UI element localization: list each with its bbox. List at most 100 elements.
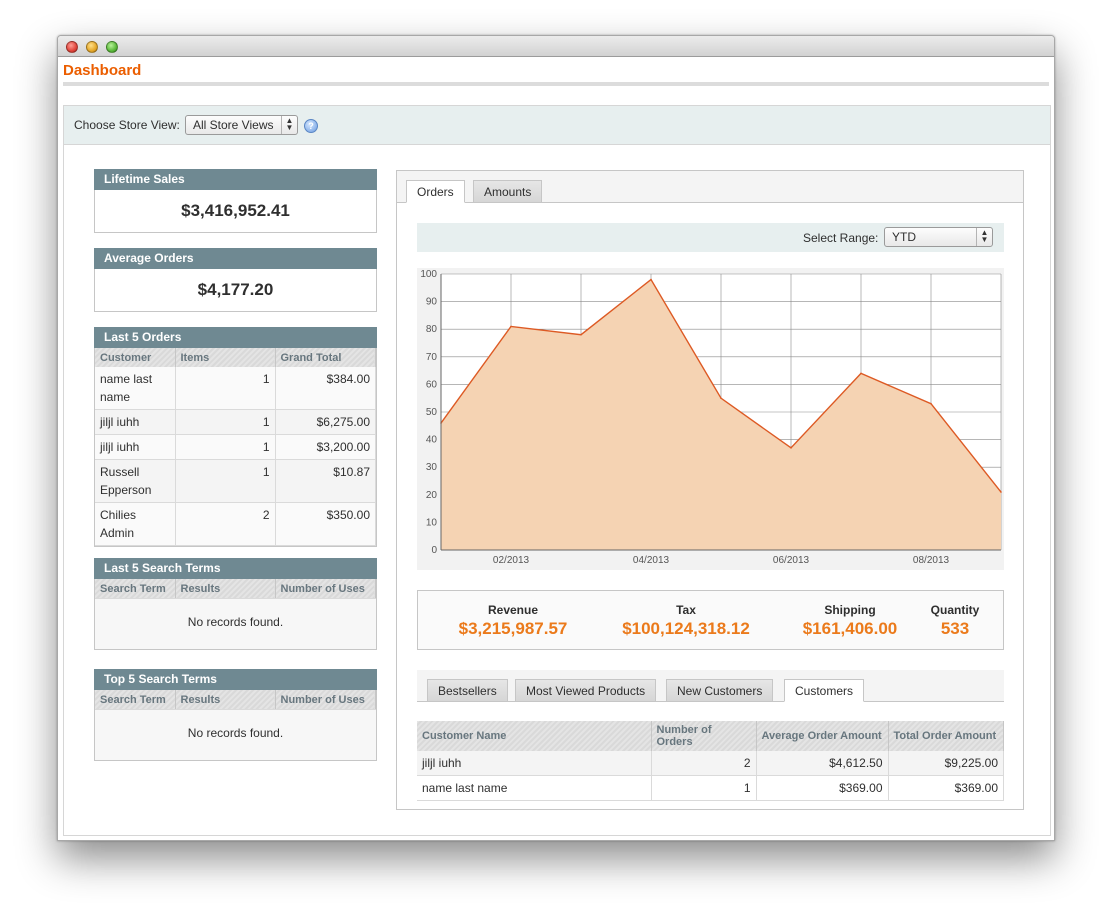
- tab-most-viewed-products[interactable]: Most Viewed Products: [515, 679, 657, 702]
- totals-bar: Revenue $3,215,987.57 Tax $100,124,318.1…: [417, 590, 1004, 650]
- store-switcher: Choose Store View: All Store Views ▲ ▼ ?: [63, 105, 1051, 145]
- last-orders-box: Last 5 Orders Customer Items Grand Total…: [94, 327, 377, 547]
- column-header-search-term[interactable]: Search Term: [95, 579, 176, 598]
- customer-average: $4,612.50: [756, 751, 889, 776]
- table-row[interactable]: jiljl iuhh 2 $4,612.50 $9,225.00: [417, 751, 1004, 776]
- column-header-results[interactable]: Results: [175, 579, 276, 598]
- last-search-terms-grid: Search Term Results Number of Uses No re…: [94, 579, 377, 650]
- last-orders-table: Customer Items Grand Total name last nam…: [95, 348, 376, 546]
- column-header-items[interactable]: Items: [175, 348, 276, 367]
- store-view-select[interactable]: All Store Views ▲ ▼: [185, 115, 298, 135]
- column-header-average-order-amount[interactable]: Average Order Amount: [756, 721, 889, 751]
- column-header-number-of-uses[interactable]: Number of Uses: [275, 579, 376, 598]
- revenue-total: Revenue $3,215,987.57: [438, 603, 588, 639]
- customer-orders: 1: [651, 775, 757, 801]
- table-row[interactable]: Russell Epperson 1 $10.87: [95, 459, 376, 503]
- orders-chart: 0 10 20 30 40 50 60 70 80 90 100 02/2013 04/2013 06/2…: [417, 268, 1004, 570]
- zoom-window-button[interactable]: [106, 41, 118, 53]
- average-orders-title: Average Orders: [94, 248, 377, 269]
- store-view-value: All Store Views: [193, 118, 274, 132]
- order-total: $3,200.00: [275, 434, 376, 460]
- y-tick-label: 70: [426, 352, 438, 363]
- help-icon[interactable]: ?: [304, 119, 318, 133]
- quantity-label: Quantity: [930, 603, 980, 617]
- table-row[interactable]: name last name 1 $369.00 $369.00: [417, 775, 1004, 801]
- column-header-grand-total[interactable]: Grand Total: [275, 348, 376, 367]
- tax-value: $100,124,318.12: [622, 619, 750, 638]
- customers-table: Customer Name Number of Orders Average O…: [417, 721, 1004, 801]
- x-tick-label: 04/2013: [633, 555, 670, 566]
- y-tick-label: 100: [420, 269, 437, 280]
- order-customer: jiljl iuhh: [95, 434, 176, 460]
- revenue-value: $3,215,987.57: [458, 619, 568, 638]
- order-customer: Russell Epperson: [95, 459, 176, 503]
- diagram-panel: Orders Amounts Select Range: YTD ▲ ▼ 0 1 0 2…: [396, 170, 1024, 810]
- close-window-button[interactable]: [66, 41, 78, 53]
- quantity-total: Quantity 533: [920, 603, 990, 639]
- order-total: $6,275.00: [275, 409, 376, 435]
- order-items: 2: [175, 502, 276, 546]
- data-point: [650, 278, 652, 281]
- column-header-customer-name[interactable]: Customer Name: [417, 721, 652, 751]
- table-row[interactable]: name last name 1 $384.00: [95, 367, 376, 410]
- average-orders-value: $4,177.20: [94, 269, 377, 312]
- last-orders-title: Last 5 Orders: [94, 327, 377, 348]
- table-row[interactable]: jiljl iuhh 1 $3,200.00: [95, 434, 376, 460]
- order-customer: jiljl iuhh: [95, 409, 176, 435]
- lifetime-sales-title: Lifetime Sales: [94, 169, 377, 190]
- tab-orders[interactable]: Orders: [406, 180, 465, 203]
- tab-new-customers[interactable]: New Customers: [666, 679, 774, 702]
- column-header-results[interactable]: Results: [175, 690, 276, 709]
- tax-label: Tax: [676, 603, 696, 617]
- minimize-window-button[interactable]: [86, 41, 98, 53]
- chart-tabs: Orders Amounts: [397, 171, 1023, 203]
- page-header: Dashboard: [58, 57, 1054, 86]
- column-header-total-order-amount[interactable]: Total Order Amount: [888, 721, 1004, 751]
- order-customer: name last name: [95, 367, 176, 410]
- order-items: 1: [175, 459, 276, 503]
- last-search-terms-box: Last 5 Search Terms Search Term Results …: [94, 558, 377, 650]
- y-tick-label: 30: [426, 462, 438, 473]
- header-divider: [63, 82, 1049, 86]
- table-row[interactable]: jiljl iuhh 1 $6,275.00: [95, 409, 376, 435]
- store-switcher-label: Choose Store View:: [74, 118, 180, 132]
- grid-tabs: Bestsellers Most Viewed Products New Cus…: [417, 670, 1004, 702]
- x-tick-label: 06/2013: [773, 555, 810, 566]
- column-header-number-of-orders[interactable]: Number of Orders: [651, 721, 757, 751]
- x-tick-label: 02/2013: [493, 555, 530, 566]
- customer-total: $369.00: [888, 775, 1004, 801]
- y-tick-label: 0: [431, 545, 437, 556]
- data-point: [930, 402, 932, 405]
- order-total: $384.00: [275, 367, 376, 410]
- y-tick-label: 20: [426, 490, 438, 501]
- order-items: 1: [175, 409, 276, 435]
- data-point: [1000, 491, 1002, 493]
- revenue-label: Revenue: [487, 603, 539, 617]
- customer-name: name last name: [417, 775, 652, 801]
- page-title: Dashboard: [63, 62, 142, 79]
- last-search-terms-title: Last 5 Search Terms: [94, 558, 377, 579]
- data-point: [510, 325, 512, 328]
- tax-total: Tax $100,124,318.12: [611, 603, 761, 639]
- orders-chart-svg: 0 10 20 30 40 50 60 70 80 90 100 02/2013 04/2013 06/2…: [420, 269, 1002, 566]
- table-row[interactable]: Chilies Admin 2 $350.00: [95, 502, 376, 546]
- customers-grid: Customer Name Number of Orders Average O…: [417, 721, 1004, 801]
- tab-amounts[interactable]: Amounts: [473, 180, 543, 203]
- range-bar: Select Range: YTD ▲ ▼: [417, 223, 1004, 252]
- empty-message: No records found.: [95, 598, 376, 649]
- column-header-customer[interactable]: Customer: [95, 348, 176, 367]
- range-value: YTD: [892, 230, 916, 244]
- top-search-terms-box: Top 5 Search Terms Search Term Results N…: [94, 669, 377, 761]
- tab-bestsellers[interactable]: Bestsellers: [427, 679, 508, 702]
- column-header-search-term[interactable]: Search Term: [95, 690, 176, 709]
- empty-message: No records found.: [95, 709, 376, 760]
- y-tick-label: 90: [426, 297, 438, 308]
- range-select[interactable]: YTD ▲ ▼: [884, 227, 993, 247]
- order-items: 1: [175, 367, 276, 410]
- tab-customers[interactable]: Customers: [784, 679, 865, 702]
- column-header-number-of-uses[interactable]: Number of Uses: [275, 690, 376, 709]
- data-point: [790, 447, 792, 449]
- y-tick-label: 60: [426, 379, 438, 390]
- top-search-terms-title: Top 5 Search Terms: [94, 669, 377, 690]
- quantity-value: 533: [940, 619, 970, 638]
